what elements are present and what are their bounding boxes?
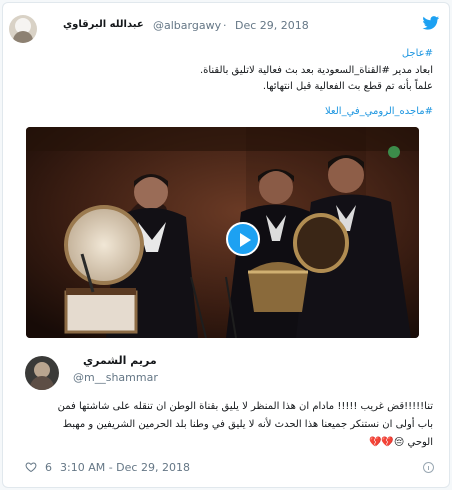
tweet-date[interactable]: Dec 29, 2018 (235, 19, 309, 32)
quoted-author-name[interactable]: مريم الشمري (83, 354, 157, 367)
tweet-header: عبدالله البرقاوي @albargawy · Dec 29, 20… (3, 3, 449, 49)
embedded-tweet-card: عبدالله البرقاوي @albargawy · Dec 29, 20… (2, 2, 450, 488)
author-handle[interactable]: @albargawy (153, 19, 221, 32)
quoted-author-handle[interactable]: @m__shammar (73, 371, 158, 384)
video-thumbnail[interactable] (26, 127, 419, 338)
tweet-text-line-3: علماً بأنه تم قطع بث الفعالية قبل انتهائ… (262, 81, 433, 92)
author-avatar[interactable] (9, 15, 37, 43)
like-heart-icon[interactable] (25, 461, 37, 473)
quoted-author-avatar[interactable] (25, 356, 59, 390)
hashtag-urgent[interactable]: #عاجل (402, 48, 433, 59)
reply-text-line-2: باب أولى ان نستنكر جميعنا هذا الحدث لأنه… (62, 419, 433, 430)
hashtag-link[interactable]: #ماجده_الرومي_في_العلا (325, 106, 433, 117)
reply-text-line-1: تنا!!!!!قض غريب !!!!! مادام ان هذا المنظ… (57, 401, 433, 412)
video-frame-image (26, 127, 419, 338)
author-name[interactable]: عبدالله البرقاوي (63, 19, 144, 30)
like-count: 6 (45, 461, 52, 474)
header-separator: · (223, 19, 227, 32)
twitter-bird-icon[interactable] (422, 16, 440, 30)
reply-text-line-3: الوحي 😔💔💔 (368, 437, 433, 448)
info-icon[interactable] (423, 462, 434, 473)
tweet-text-line-2: ابعاد مدير #القناة_السعودية بعد بث فعالي… (199, 65, 433, 76)
tweet-text-line-1: #عاجل (402, 48, 433, 59)
play-button-icon[interactable] (226, 222, 260, 256)
tweet-timestamp[interactable]: 3:10 AM - Dec 29, 2018 (60, 461, 190, 474)
